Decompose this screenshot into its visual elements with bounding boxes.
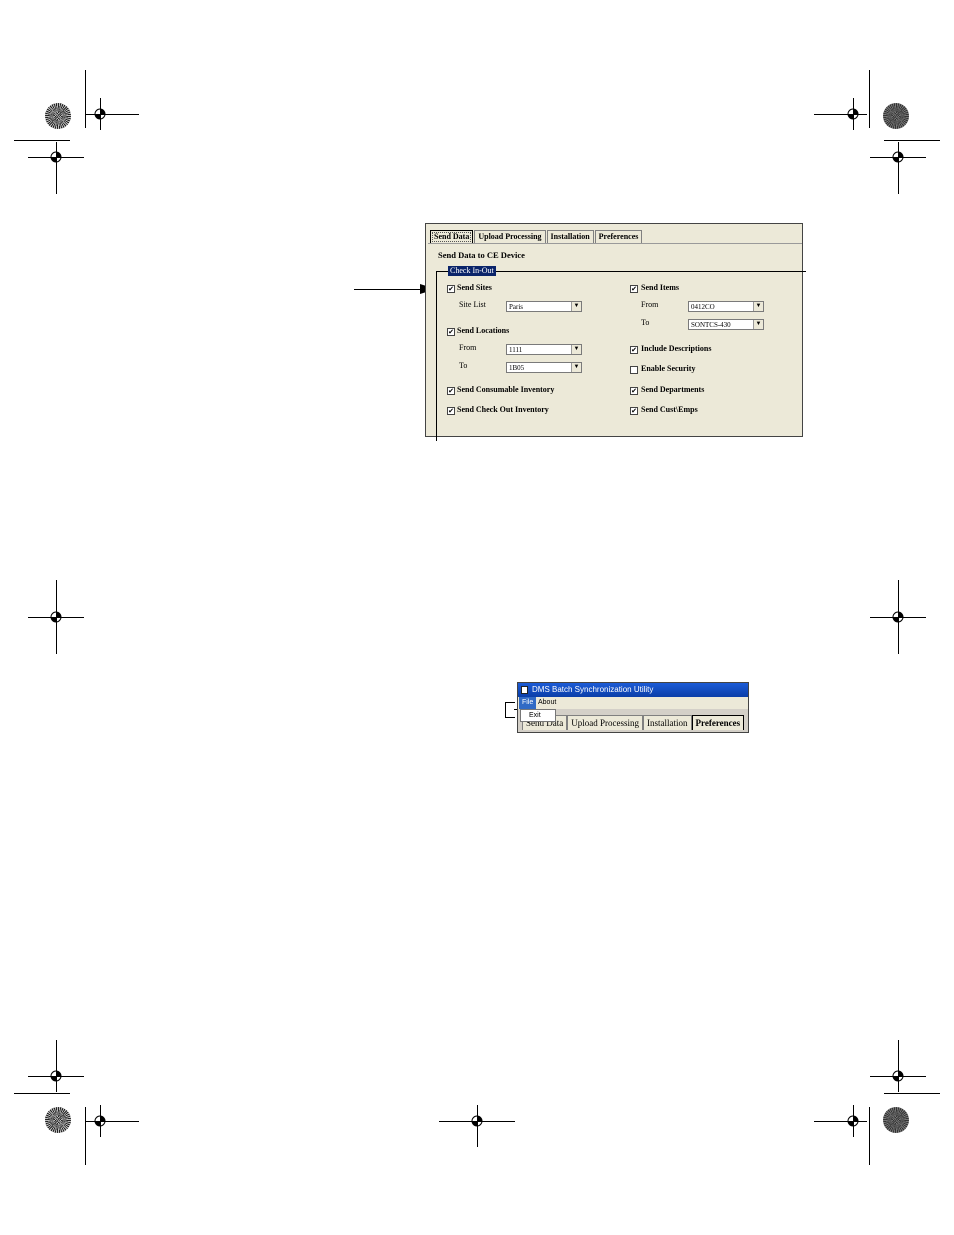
send-locations-checkbox[interactable]: ✔ <box>447 328 455 336</box>
items-from-value: 0412CO <box>691 303 715 311</box>
menu-about[interactable]: About <box>535 697 559 709</box>
registration-target-icon <box>847 108 859 120</box>
crop-mark-line <box>884 140 940 141</box>
batch-sync-window: DMS Batch Synchronization Utility File A… <box>517 682 749 733</box>
crop-mark-line <box>85 70 86 128</box>
crop-mark-line <box>898 1040 899 1092</box>
tab-divider <box>428 243 802 244</box>
registration-target-icon <box>847 1115 859 1127</box>
send-cust-emps-checkbox[interactable]: ✔ <box>630 407 638 415</box>
registration-target-icon <box>892 1070 904 1082</box>
registration-target-icon <box>94 1115 106 1127</box>
app-window-icon <box>521 686 528 694</box>
site-list-select[interactable]: Paris ▼ <box>506 301 582 312</box>
registration-starburst-icon <box>45 103 71 129</box>
registration-target-icon <box>94 108 106 120</box>
callout-bracket <box>505 702 515 718</box>
crop-mark-line <box>898 142 899 194</box>
crop-mark-line <box>814 1121 867 1122</box>
items-from-label: From <box>641 300 659 309</box>
locations-to-select[interactable]: 1B05 ▼ <box>506 362 582 373</box>
file-menu-dropdown: Exit <box>520 709 556 722</box>
site-list-label: Site List <box>459 300 486 309</box>
tab-installation[interactable]: Installation <box>643 715 692 730</box>
site-list-value: Paris <box>509 303 523 311</box>
panel-title: Send Data to CE Device <box>438 250 525 260</box>
crop-mark-line <box>85 1107 86 1165</box>
send-checkout-label: Send Check Out Inventory <box>457 405 549 414</box>
locations-to-value: 1B05 <box>509 364 525 372</box>
menu-item-exit[interactable]: Exit <box>521 710 555 721</box>
dropdown-arrow-icon[interactable]: ▼ <box>571 302 581 311</box>
registration-target-icon <box>50 151 62 163</box>
tab-preferences[interactable]: Preferences <box>691 715 745 730</box>
registration-starburst-icon <box>45 1107 71 1133</box>
tab-preferences[interactable]: Preferences <box>594 230 643 243</box>
registration-target-icon <box>892 151 904 163</box>
crop-mark-line <box>814 114 867 115</box>
send-cust-emps-label: Send Cust\Emps <box>641 405 698 414</box>
crop-mark-line <box>56 142 57 194</box>
crop-mark-line <box>869 1107 870 1165</box>
enable-security-label: Enable Security <box>641 364 696 373</box>
registration-starburst-icon <box>883 1107 909 1133</box>
locations-to-label: To <box>459 361 468 370</box>
registration-target-icon <box>50 1070 62 1082</box>
check-in-out-group <box>436 271 806 441</box>
window-titlebar: DMS Batch Synchronization Utility <box>518 683 748 697</box>
registration-target-icon <box>892 611 904 623</box>
dropdown-arrow-icon[interactable]: ▼ <box>753 302 763 311</box>
registration-target-icon <box>471 1115 483 1127</box>
callout-arrow-line <box>354 289 426 290</box>
tab-upload-processing[interactable]: Upload Processing <box>474 230 546 243</box>
dropdown-arrow-icon[interactable]: ▼ <box>571 345 581 354</box>
crop-mark-line <box>14 140 70 141</box>
menu-file[interactable]: File <box>519 697 537 709</box>
include-descriptions-label: Include Descriptions <box>641 344 712 353</box>
locations-from-label: From <box>459 343 477 352</box>
menu-bar: File About <box>518 697 748 709</box>
items-to-label: To <box>641 318 650 327</box>
locations-from-value: 1111 <box>509 346 523 354</box>
send-items-checkbox[interactable]: ✔ <box>630 285 638 293</box>
tab-installation[interactable]: Installation <box>546 230 594 243</box>
crop-mark-line <box>56 1040 57 1092</box>
send-sites-checkbox[interactable]: ✔ <box>447 285 455 293</box>
send-consumable-checkbox[interactable]: ✔ <box>447 387 455 395</box>
items-to-select[interactable]: SONTCS-430 ▼ <box>688 319 764 330</box>
group-label: Check In-Out <box>448 266 496 276</box>
dialog-tab-strip: Send Data Upload Processing Installation… <box>430 230 643 244</box>
crop-mark-line <box>884 1093 940 1094</box>
send-departments-checkbox[interactable]: ✔ <box>630 387 638 395</box>
send-consumable-label: Send Consumable Inventory <box>457 385 555 394</box>
send-departments-label: Send Departments <box>641 385 705 394</box>
dropdown-arrow-icon[interactable]: ▼ <box>753 320 763 329</box>
crop-mark-line <box>869 70 870 128</box>
send-locations-label: Send Locations <box>457 326 510 335</box>
items-from-select[interactable]: 0412CO ▼ <box>688 301 764 312</box>
send-sites-label: Send Sites <box>457 283 492 292</box>
locations-from-select[interactable]: 1111 ▼ <box>506 344 582 355</box>
include-descriptions-checkbox[interactable]: ✔ <box>630 346 638 354</box>
dropdown-arrow-icon[interactable]: ▼ <box>571 363 581 372</box>
tab-upload-processing[interactable]: Upload Processing <box>567 715 643 730</box>
send-items-label: Send Items <box>641 283 680 292</box>
enable-security-checkbox[interactable] <box>630 366 638 374</box>
send-checkout-checkbox[interactable]: ✔ <box>447 407 455 415</box>
registration-starburst-icon <box>883 103 909 129</box>
registration-target-icon <box>50 611 62 623</box>
crop-mark-line <box>14 1093 70 1094</box>
window-title: DMS Batch Synchronization Utility <box>532 685 654 694</box>
group-border <box>436 273 437 439</box>
items-to-value: SONTCS-430 <box>691 321 731 329</box>
tab-send-data[interactable]: Send Data <box>430 230 474 244</box>
